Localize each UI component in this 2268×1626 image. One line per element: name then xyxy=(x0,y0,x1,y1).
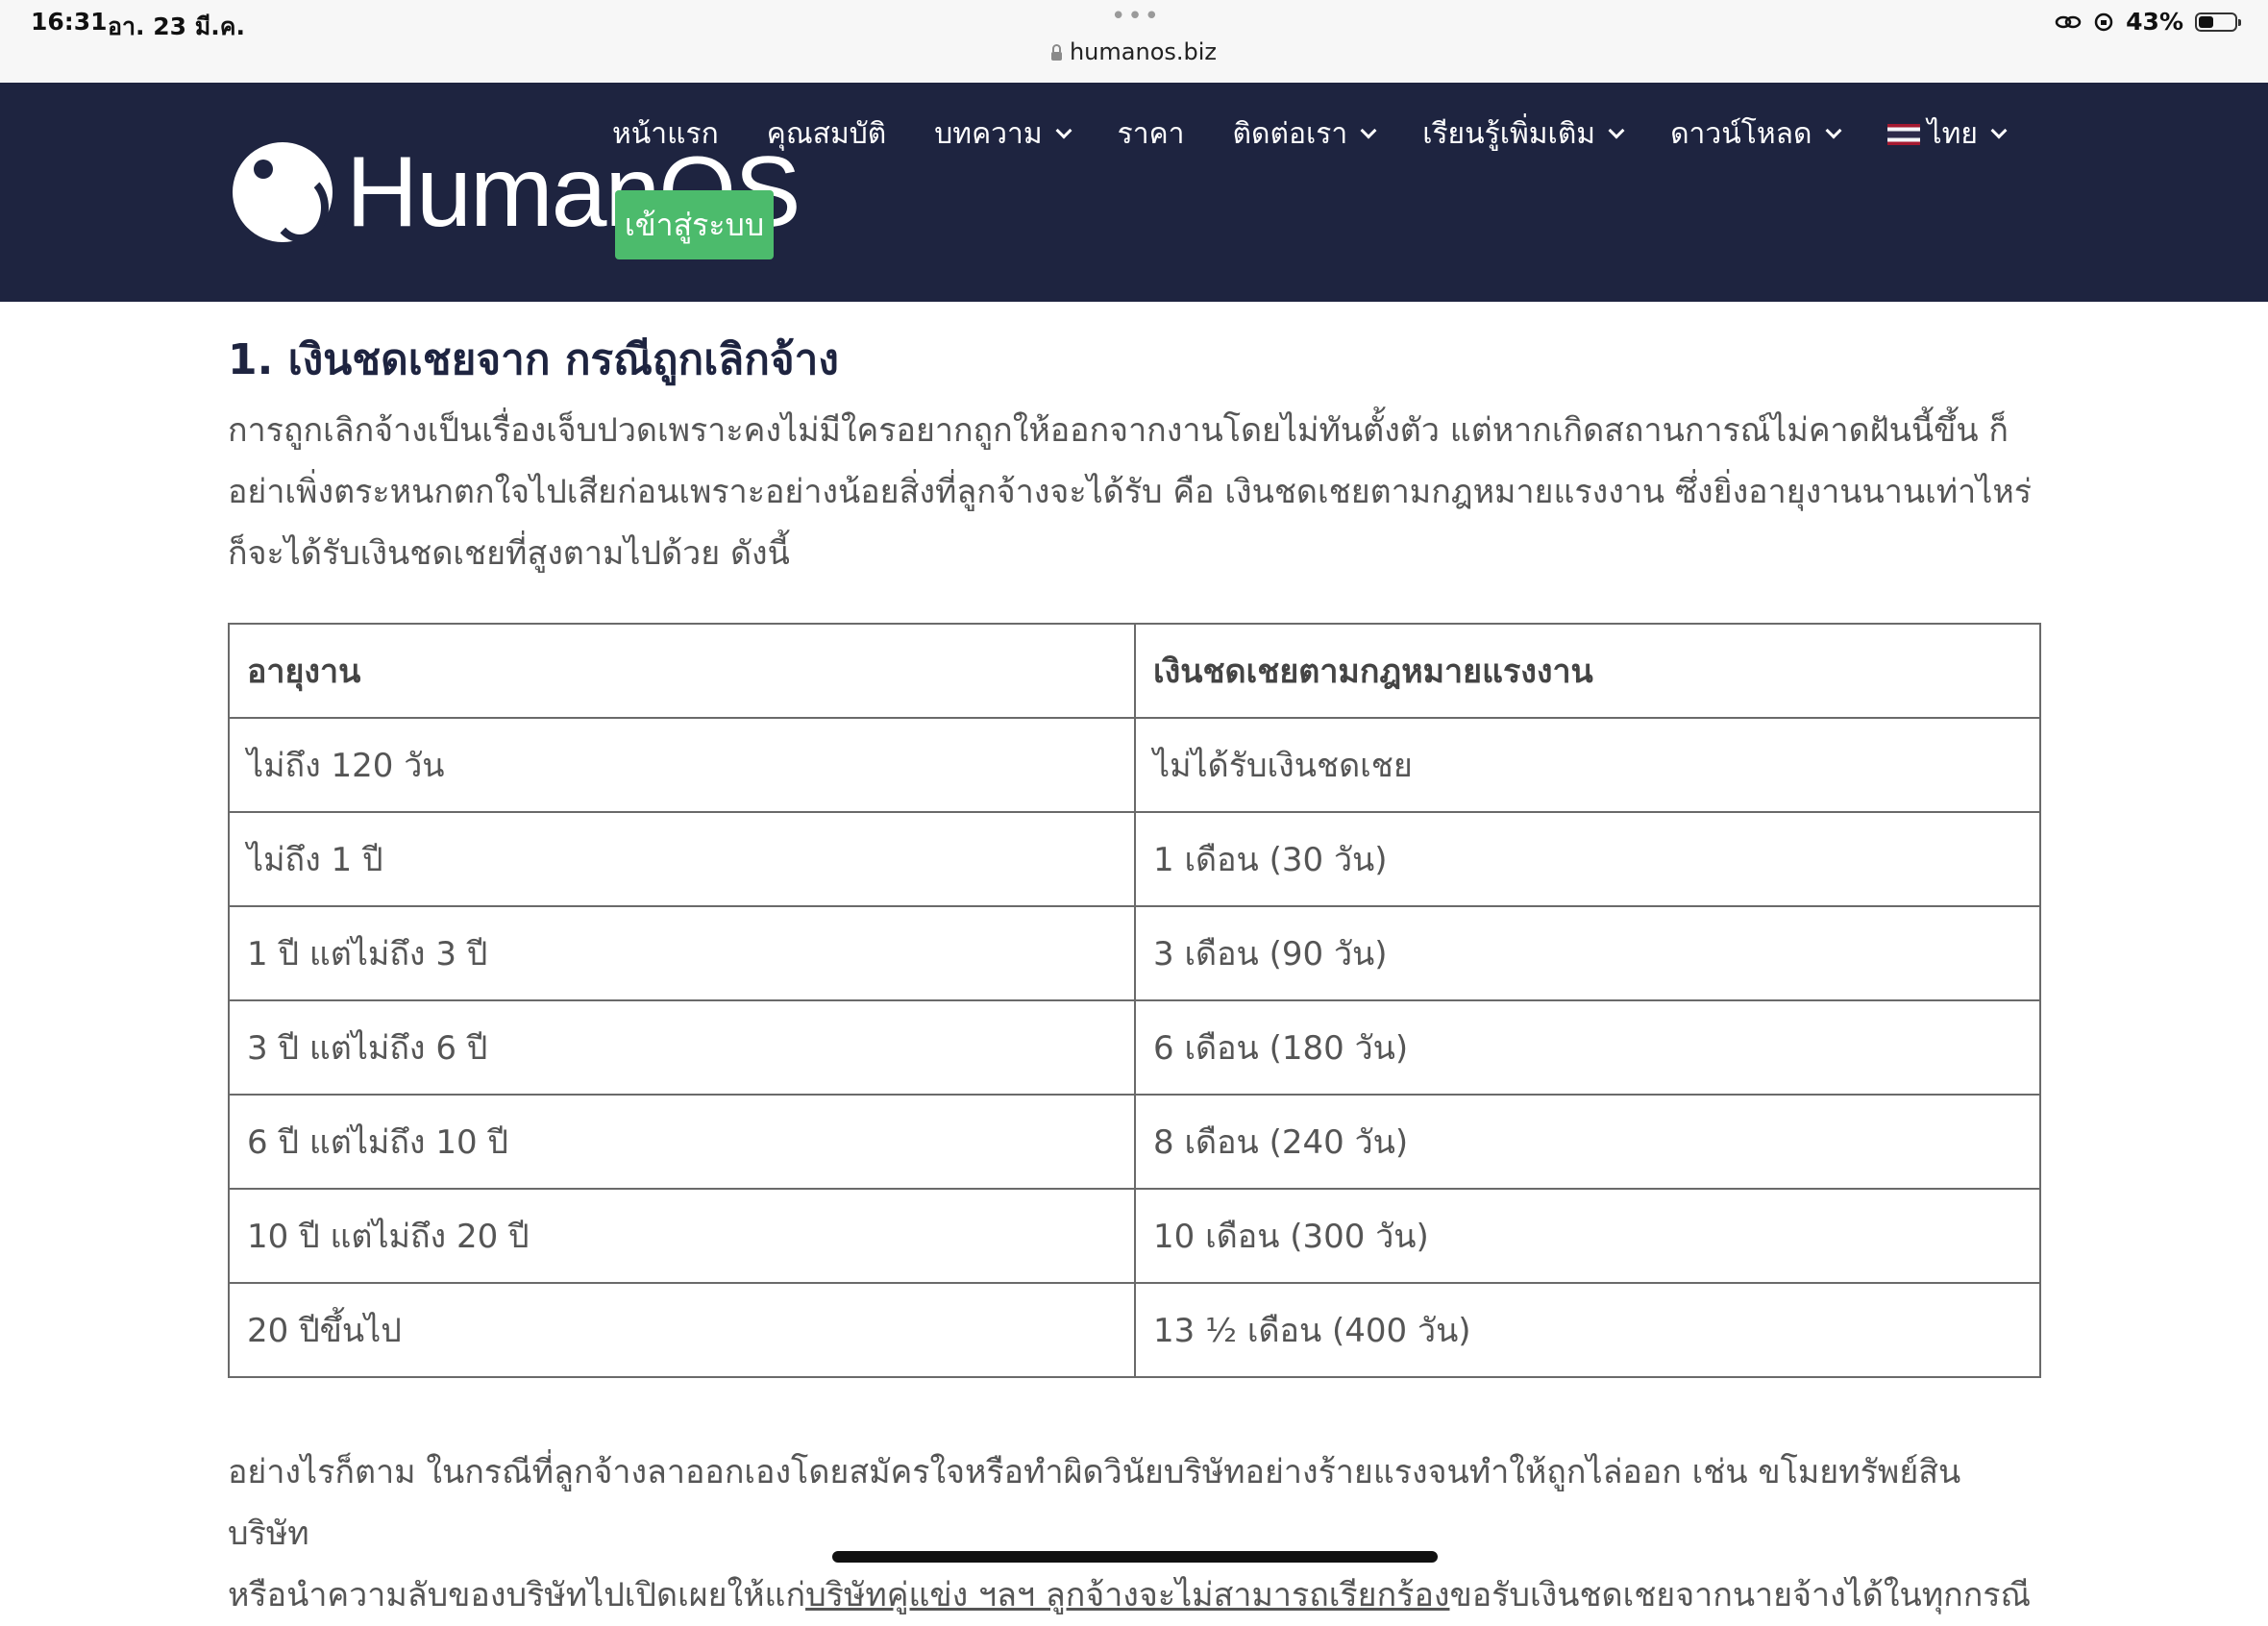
battery-fill xyxy=(2199,15,2214,28)
nav-contact[interactable]: ติดต่อเรา xyxy=(1233,111,1377,157)
table-cell: 8 เดือน (240 วัน) xyxy=(1134,1094,2041,1190)
nav-download[interactable]: ดาวน์โหลด xyxy=(1670,111,1842,157)
url-text: humanos.biz xyxy=(1069,38,1218,65)
nav-learn-more[interactable]: เรียนรู้เพิ่มเติม xyxy=(1422,111,1625,157)
table-header-cell: อายุงาน xyxy=(228,623,1136,719)
section-heading: 1. เงินชดเชยจาก กรณีถูกเลิกจ้าง xyxy=(228,335,839,384)
status-indicators: 43% xyxy=(2055,8,2241,36)
status-bar: 16:31 อา. 23 มี.ค. ••• humanos.biz 43% xyxy=(0,0,2268,83)
main-nav: หน้าแรก คุณสมบัติ บทความ ราคา ติดต่อเรา … xyxy=(612,111,2053,157)
table-header-row: อายุงาน เงินชดเชยตามกฎหมายแรงงาน xyxy=(228,623,2041,719)
nav-pricing[interactable]: ราคา xyxy=(1118,111,1185,157)
login-button[interactable]: เข้าสู่ระบบ xyxy=(615,190,774,259)
table-cell: 20 ปีขึ้นไป xyxy=(228,1282,1136,1378)
nav-home[interactable]: หน้าแรก xyxy=(612,111,719,157)
chevron-down-icon xyxy=(1825,122,1842,138)
chevron-down-icon xyxy=(1990,122,2008,138)
table-cell: 10 ปี แต่ไม่ถึง 20 ปี xyxy=(228,1188,1136,1284)
table-cell: 6 เดือน (180 วัน) xyxy=(1134,999,2041,1096)
humanos-logo-icon xyxy=(233,142,333,242)
nav-articles[interactable]: บทความ xyxy=(934,111,1072,157)
severance-table: อายุงาน เงินชดเชยตามกฎหมายแรงงาน ไม่ถึง … xyxy=(228,623,2041,1378)
outro-paragraph: อย่างไรก็ตาม ในกรณีที่ลูกจ้างลาออกเองโดย… xyxy=(228,1453,2032,1614)
table-cell: 3 ปี แต่ไม่ถึง 6 ปี xyxy=(228,999,1136,1096)
table-cell: 3 เดือน (90 วัน) xyxy=(1134,905,2041,1001)
more-dots-icon[interactable]: ••• xyxy=(1111,2,1161,31)
link-icon xyxy=(2055,15,2082,28)
address-bar[interactable]: humanos.biz xyxy=(0,38,2268,65)
chevron-down-icon xyxy=(1608,122,1625,138)
table-header-cell: เงินชดเชยตามกฎหมายแรงงาน xyxy=(1134,623,2041,719)
lock-icon xyxy=(1050,44,1062,61)
table-cell: ไม่ได้รับเงินชดเชย xyxy=(1134,717,2041,813)
thai-flag-icon xyxy=(1886,123,1920,145)
nav-language[interactable]: ไทย xyxy=(1886,111,2008,157)
nav-features[interactable]: คุณสมบัติ xyxy=(767,111,887,157)
table-row: ไม่ถึง 1 ปี 1 เดือน (30 วัน) xyxy=(228,811,2041,907)
table-cell: ไม่ถึง 1 ปี xyxy=(228,811,1136,907)
competitor-link[interactable]: บริษัทคู่แข่ง ฯลฯ ลูกจ้างจะไม่สามารถเรีย… xyxy=(805,1576,1449,1614)
table-cell: ไม่ถึง 120 วัน xyxy=(228,717,1136,813)
site-header: HumanOS หน้าแรก คุณสมบัติ บทความ ราคา ติ… xyxy=(0,83,2268,302)
table-row: 3 ปี แต่ไม่ถึง 6 ปี 6 เดือน (180 วัน) xyxy=(228,999,2041,1096)
table-row: 10 ปี แต่ไม่ถึง 20 ปี 10 เดือน (300 วัน) xyxy=(228,1188,2041,1284)
table-cell: 1 เดือน (30 วัน) xyxy=(1134,811,2041,907)
table-row: 20 ปีขึ้นไป 13 ½ เดือน (400 วัน) xyxy=(228,1282,2041,1378)
battery-icon xyxy=(2195,12,2241,32)
chevron-down-icon xyxy=(1360,122,1377,138)
article-content: 1. เงินชดเชยจาก กรณีถูกเลิกจ้าง การถูกเล… xyxy=(228,327,2041,1614)
intro-paragraph: การถูกเลิกจ้างเป็นเรื่องเจ็บปวดเพราะคงไม… xyxy=(228,411,2033,573)
table-row: ไม่ถึง 120 วัน ไม่ได้รับเงินชดเชย xyxy=(228,717,2041,813)
rotation-lock-icon xyxy=(2094,12,2113,31)
battery-percent: 43% xyxy=(2126,8,2183,36)
table-cell: 10 เดือน (300 วัน) xyxy=(1134,1188,2041,1284)
chevron-down-icon xyxy=(1055,122,1072,138)
status-time: 16:31 xyxy=(31,8,108,36)
table-cell: 6 ปี แต่ไม่ถึง 10 ปี xyxy=(228,1094,1136,1190)
table-cell: 13 ½ เดือน (400 วัน) xyxy=(1134,1282,2041,1378)
table-row: 6 ปี แต่ไม่ถึง 10 ปี 8 เดือน (240 วัน) xyxy=(228,1094,2041,1190)
table-row: 1 ปี แต่ไม่ถึง 3 ปี 3 เดือน (90 วัน) xyxy=(228,905,2041,1001)
table-cell: 1 ปี แต่ไม่ถึง 3 ปี xyxy=(228,905,1136,1001)
home-indicator[interactable] xyxy=(832,1551,1438,1563)
